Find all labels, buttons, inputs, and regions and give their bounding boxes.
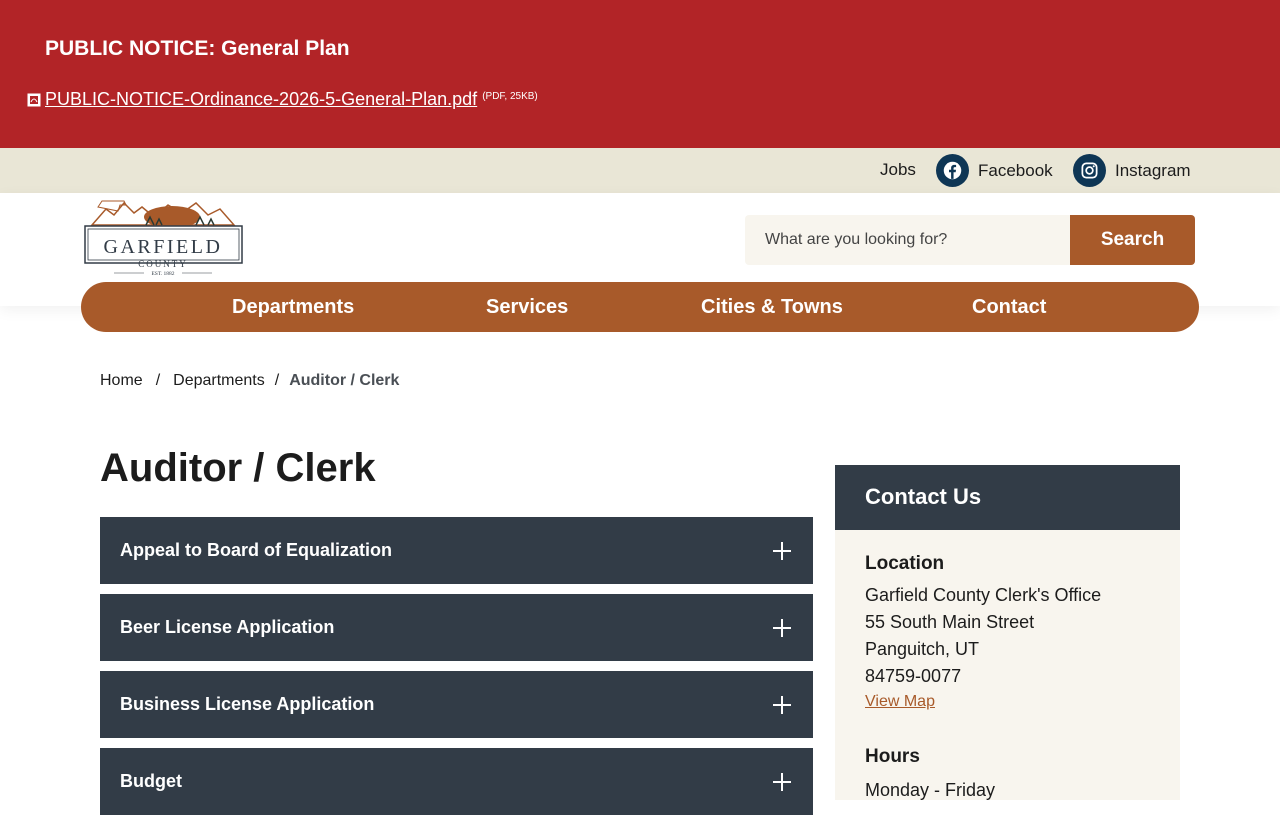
pdf-file-icon [27, 93, 41, 107]
plus-icon [773, 619, 791, 637]
alert-file-link[interactable]: PUBLIC-NOTICE-Ordinance-2026-5-General-P… [45, 89, 477, 110]
accordion-item-appeal-board[interactable]: Appeal to Board of Equalization [100, 517, 813, 584]
facebook-link[interactable]: Facebook [936, 154, 1053, 187]
accordion-label: Beer License Application [120, 617, 335, 637]
alert-banner: PUBLIC NOTICE: General Plan PUBLIC-NOTIC… [0, 0, 1280, 148]
breadcrumb-separator: / [155, 372, 161, 389]
street-address: 55 South Main Street [865, 612, 1035, 632]
instagram-label: Instagram [1115, 160, 1191, 180]
accordion-label: Budget [120, 771, 182, 791]
logo-sub: COUNTY [138, 259, 188, 269]
accordion-label: Business License Application [120, 694, 375, 714]
accordion-item-business-license[interactable]: Business License Application [100, 671, 813, 738]
hours-heading: Hours [865, 746, 920, 767]
view-map-link[interactable]: View Map [865, 693, 935, 711]
breadcrumb-separator: / [274, 372, 280, 389]
city-state: Panguitch, UT [865, 639, 980, 659]
nav-item-contact[interactable]: Contact [972, 296, 1046, 319]
nav-item-departments[interactable]: Departments [232, 296, 354, 319]
plus-icon [773, 542, 791, 560]
contact-us-panel: Location Garfield County Clerk's Office … [835, 530, 1180, 800]
zip-code: 84759-0077 [865, 666, 962, 686]
jobs-link[interactable]: Jobs [880, 160, 916, 180]
contact-us-title: Contact Us [865, 484, 982, 509]
accordion-label: Appeal to Board of Equalization [120, 540, 393, 560]
breadcrumb: Home / Departments / Auditor / Clerk [100, 372, 399, 390]
contact-us-header: Contact Us [835, 465, 1180, 530]
breadcrumb-departments[interactable]: Departments [173, 372, 265, 390]
plus-icon [773, 773, 791, 791]
instagram-link[interactable]: Instagram [1073, 154, 1191, 187]
facebook-icon [936, 154, 969, 187]
breadcrumb-home[interactable]: Home [100, 372, 143, 390]
nav-item-cities-towns[interactable]: Cities & Towns [701, 296, 843, 319]
location-heading: Location [865, 553, 945, 574]
accordion-item-beer-license[interactable]: Beer License Application [100, 594, 813, 661]
plus-icon [773, 696, 791, 714]
garfield-county-logo[interactable]: GARFIELD COUNTY EST. 1882 [84, 197, 246, 277]
alert-file-row: PUBLIC-NOTICE-Ordinance-2026-5-General-P… [27, 89, 538, 110]
accordion-item-budget[interactable]: Budget [100, 748, 813, 815]
search-input[interactable] [745, 215, 1070, 265]
logo-est: EST. 1882 [151, 271, 174, 277]
logo-name: GARFIELD [104, 236, 223, 258]
main-nav: Departments Services Cities & Towns Cont… [81, 282, 1199, 332]
utility-bar: Jobs Facebook Instagram [0, 148, 1280, 193]
alert-title: PUBLIC NOTICE: General Plan [45, 37, 350, 60]
breadcrumb-current: Auditor / Clerk [289, 372, 400, 389]
page-title: Auditor / Clerk [100, 446, 376, 490]
instagram-icon [1073, 154, 1106, 187]
search-button[interactable]: Search [1070, 215, 1195, 265]
nav-item-services[interactable]: Services [486, 296, 568, 319]
office-name: Garfield County Clerk's Office [865, 585, 1102, 605]
hours-days: Monday - Friday [865, 780, 996, 800]
alert-file-meta: (PDF, 25KB) [482, 91, 538, 102]
facebook-label: Facebook [978, 160, 1053, 180]
